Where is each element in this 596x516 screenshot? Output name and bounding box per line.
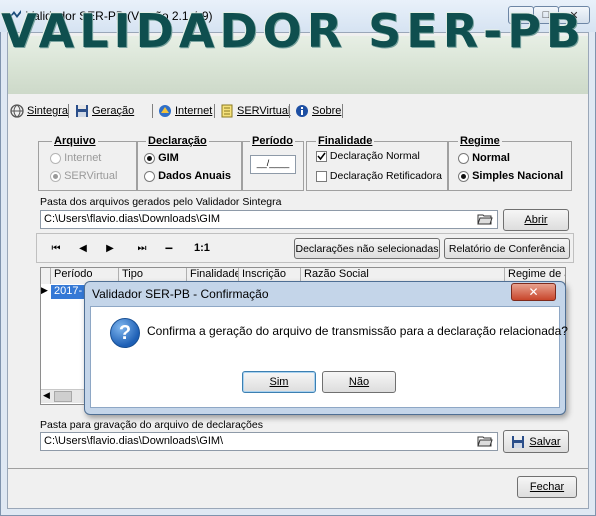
regime-simples-radio[interactable]: Simples Nacional: [458, 170, 563, 182]
tab-geracao[interactable]: Geração: [75, 100, 134, 122]
save-icon: [512, 435, 525, 448]
declaracao-gim-radio[interactable]: GIM: [144, 152, 179, 164]
info-icon: [296, 105, 308, 117]
document-icon: [221, 104, 233, 118]
finalidade-group: [306, 141, 448, 191]
checkbox-unchecked: [316, 170, 327, 182]
regime-header: Regime: [458, 135, 502, 147]
declaracao-dados-anuais-radio[interactable]: Dados Anuais: [144, 170, 231, 182]
next-record-button[interactable]: ▶: [98, 238, 122, 258]
periodo-header: Período: [250, 135, 295, 147]
arquivo-servirtual-radio[interactable]: SERVirtual: [50, 170, 117, 182]
open-button[interactable]: Abrir: [503, 209, 569, 231]
radio-indicator: [50, 152, 61, 164]
folder-open-icon[interactable]: [477, 434, 493, 451]
internet-icon: [159, 105, 171, 117]
radio-indicator: [50, 170, 61, 182]
radio-indicator: [458, 152, 469, 164]
arquivo-internet-label: Internet: [64, 152, 102, 164]
declaracao-gim-label: GIM: [158, 152, 179, 164]
scroll-thumb[interactable]: [54, 391, 72, 402]
output-folder-input[interactable]: C:\Users\flavio.dias\Downloads\GIM\: [40, 432, 498, 451]
regime-normal-radio[interactable]: Normal: [458, 152, 510, 164]
prev-record-button[interactable]: ◀: [71, 238, 95, 258]
tab-sintegra-label: Sintegra: [27, 105, 68, 117]
periodo-input[interactable]: __/____: [250, 155, 296, 174]
dialog-title: Validador SER-PB - Confirmação: [92, 287, 269, 301]
finalidade-retificadora-checkbox[interactable]: Declaração Retificadora: [316, 170, 442, 182]
arquivo-header: Arquivo: [52, 135, 98, 147]
last-record-button[interactable]: ⏭: [129, 238, 155, 258]
tab-separator: [342, 104, 343, 118]
record-position: 1:1: [194, 242, 210, 254]
radio-indicator: [458, 170, 469, 182]
checkbox-checked: [316, 150, 327, 162]
regime-group: [448, 141, 572, 191]
finalidade-header: Finalidade: [316, 135, 375, 147]
tab-separator: [289, 104, 290, 118]
finalidade-normal-checkbox[interactable]: Declaração Normal: [316, 150, 420, 162]
tab-sobre[interactable]: Sobre: [295, 100, 341, 122]
dialog-message: Confirma a geração do arquivo de transmi…: [147, 324, 568, 338]
dialog-no-button[interactable]: Não: [322, 371, 396, 393]
declaracoes-nao-selecionadas-button[interactable]: Declarações não selecionadas: [294, 238, 440, 259]
close-app-button[interactable]: Fechar: [517, 476, 577, 498]
arquivo-group: [38, 141, 138, 191]
banner-logo-text: VALIDADOR SER-PB: [1, 4, 586, 58]
relatorio-conferencia-button[interactable]: Relatório de Conferência: [444, 238, 570, 259]
tab-servirtual-label: SERVirtual: [237, 105, 291, 117]
save-button[interactable]: Salvar: [503, 430, 569, 453]
regime-normal-label: Normal: [472, 152, 510, 164]
delete-record-button[interactable]: −: [158, 238, 180, 258]
footer-divider: [8, 468, 588, 469]
declaracao-group: [136, 141, 242, 191]
radio-indicator: [144, 170, 155, 182]
floppy-icon: [76, 105, 88, 117]
scroll-left-icon[interactable]: ◀: [43, 390, 50, 401]
finalidade-retificadora-label: Declaração Retificadora: [329, 170, 442, 182]
row-indicator-header: [41, 268, 51, 284]
source-folder-input[interactable]: C:\Users\flavio.dias\Downloads\GIM: [40, 210, 498, 229]
folder-open-icon[interactable]: [477, 212, 493, 229]
globe-icon: [10, 104, 24, 118]
source-folder-label: Pasta dos arquivos gerados pelo Validado…: [40, 196, 282, 208]
tab-internet[interactable]: Internet: [158, 100, 212, 122]
finalidade-normal-label: Declaração Normal: [329, 150, 420, 162]
dialog-yes-button[interactable]: Sim: [242, 371, 316, 393]
declaracao-dados-anuais-label: Dados Anuais: [158, 170, 232, 182]
tab-internet-label: Internet: [175, 105, 213, 117]
arquivo-servirtual-label: SERVirtual: [64, 170, 118, 182]
tab-geracao-label: Geração: [92, 105, 135, 117]
current-row-indicator: ▶: [41, 285, 48, 295]
radio-indicator: [144, 152, 155, 164]
tab-separator: [152, 104, 153, 118]
dialog-close-button[interactable]: ✕: [511, 283, 556, 301]
tab-separator: [68, 104, 69, 118]
output-folder-label: Pasta para gravação do arquivo de declar…: [40, 419, 263, 431]
regime-simples-label: Simples Nacional: [472, 170, 564, 182]
declaracao-header: Declaração: [146, 135, 209, 147]
tab-separator: [214, 104, 215, 118]
first-record-button[interactable]: ⏮: [44, 238, 68, 258]
tab-servirtual[interactable]: SERVirtual: [220, 100, 290, 122]
save-button-label: Salvar: [529, 435, 561, 448]
question-icon: ?: [110, 318, 140, 348]
tab-sobre-label: Sobre: [312, 105, 342, 117]
arquivo-internet-radio[interactable]: Internet: [50, 152, 101, 164]
tab-sintegra[interactable]: Sintegra: [10, 100, 68, 122]
